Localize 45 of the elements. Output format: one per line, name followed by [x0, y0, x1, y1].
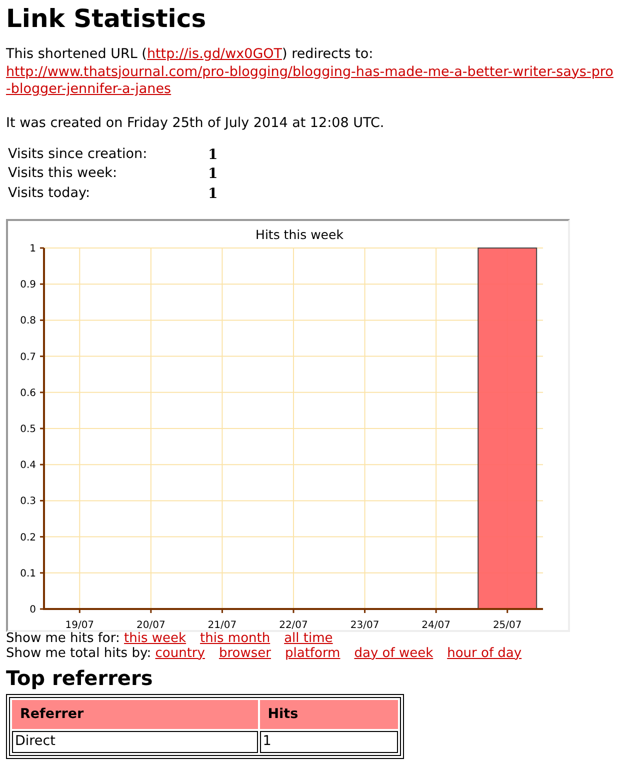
y-tick-label: 0.8 [20, 315, 36, 326]
y-tick-label: 0.6 [20, 388, 36, 399]
page-title: Link Statistics [6, 4, 208, 34]
breakdown-link[interactable]: country [155, 646, 205, 661]
x-tick-label: 24/07 [422, 620, 450, 630]
x-tick-label: 25/07 [492, 620, 522, 630]
stat-label: Visits since creation: [8, 146, 148, 164]
y-tick-label: 0.3 [20, 496, 36, 507]
column-header: Hits [260, 700, 398, 730]
stat-value: 1 [208, 146, 219, 164]
table-cell: Direct [12, 731, 258, 753]
target-url-link[interactable]: http://www.thatsjournal.com/pro-blogging/blogging-has-made-me-a-better-writer-says-pro-blogger-jennifer-a-janes [6, 64, 618, 99]
y-tick-label: 0.5 [20, 424, 36, 435]
y-tick-label: 0.4 [20, 460, 36, 471]
column-header: Referrer [12, 700, 258, 730]
stat-label: Visits this week: [8, 165, 118, 184]
x-tick-label: 22/07 [279, 620, 308, 630]
x-tick-label: 19/07 [65, 620, 94, 630]
x-tick-label: 21/07 [208, 620, 237, 630]
table-cell: 1 [260, 731, 398, 753]
hits-for-label: Show me hits for: [6, 630, 120, 646]
breakdown-link[interactable]: hour of day [447, 646, 522, 661]
x-tick-label: 20/07 [136, 620, 166, 630]
section-title: Top referrers [6, 666, 154, 690]
intro-text: This shortened URL (http://is.gd/wx0GOT) redirects to: [6, 46, 374, 64]
breakdown-link[interactable]: platform [284, 646, 340, 661]
period-link[interactable]: this week [124, 630, 186, 646]
chart-title: Hits this week [256, 226, 344, 242]
breakdown-link[interactable]: day of week [354, 646, 434, 661]
y-tick-label: 0.7 [20, 352, 36, 363]
stat-value: 1 [208, 184, 219, 203]
y-tick-label: 0.2 [20, 532, 36, 544]
y-tick-label: 0 [30, 604, 36, 616]
total-by-label: Show me total hits by: [6, 646, 152, 661]
y-tick-label: 0.9 [20, 279, 36, 290]
y-tick-label: 1 [30, 243, 36, 254]
created-text: It was created on Friday 25th of July 2014 at 12:08 UTC. [6, 114, 386, 132]
y-tick-label: 0.1 [20, 568, 36, 580]
stat-label: Visits today: [8, 184, 92, 203]
short-url-link[interactable]: http://is.gd/wx0GOT [146, 46, 282, 62]
period-link[interactable]: this month [200, 630, 270, 646]
breakdown-link[interactable]: browser [218, 646, 271, 661]
period-link[interactable]: all time [284, 630, 333, 646]
stat-value: 1 [208, 165, 219, 184]
x-tick-label: 23/07 [350, 620, 380, 630]
